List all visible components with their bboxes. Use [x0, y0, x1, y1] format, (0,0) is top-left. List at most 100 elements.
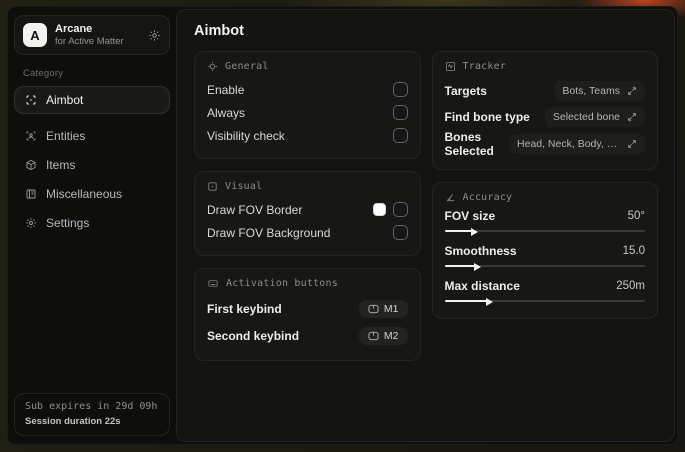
smoothness-slider[interactable] — [444, 261, 646, 271]
tracker-label: Find bone type — [444, 110, 530, 124]
mouse-icon — [368, 331, 379, 341]
keybind-value: M1 — [383, 302, 399, 315]
sidebar: A Arcane for Active Matter Category Aimb… — [8, 7, 176, 444]
sidebar-item-label: Aimbot — [46, 93, 84, 107]
app-logo: A — [23, 23, 47, 47]
keybind-label: First keybind — [207, 301, 282, 316]
slider-value: 250m — [616, 280, 645, 292]
targets-select[interactable]: Bots, Teams — [554, 81, 645, 101]
setting-row-fov-background: Draw FOV Background — [207, 221, 408, 244]
tracker-card: Tracker Targets Bots, Teams Find bone ty… — [431, 51, 658, 170]
expand-icon — [627, 139, 637, 149]
sidebar-item-label: Settings — [46, 216, 90, 230]
slider-thumb[interactable] — [485, 297, 493, 306]
always-checkbox[interactable] — [392, 105, 408, 120]
sidebar-item-label: Miscellaneous — [46, 187, 123, 201]
slider-label: Max distance — [444, 279, 520, 293]
slider-fill — [444, 262, 481, 271]
gear-icon — [25, 217, 37, 229]
left-column: General Enable Always Visibility check V… — [194, 51, 421, 361]
card-title: Tracker — [462, 61, 507, 72]
subscription-info: Sub expires in 29d 09h Session duration … — [14, 393, 170, 436]
session-duration-text: Session duration 22s — [25, 416, 121, 427]
setting-label: Draw FOV Background — [207, 225, 331, 240]
color-swatch[interactable] — [372, 203, 386, 216]
sub-expires-text: Sub expires in 29d 09h — [25, 401, 158, 412]
slider-value: 50° — [627, 210, 645, 222]
tracker-row-find-bone: Find bone type Selected bone — [444, 104, 645, 130]
setting-label: Enable — [207, 82, 245, 97]
setting-label: Draw FOV Border — [207, 202, 303, 217]
find-bone-type-select[interactable]: Selected bone — [544, 107, 645, 127]
select-value: Bots, Teams — [562, 85, 620, 97]
tracker-row-bones-selected: Bones Selected Head, Neck, Body, Pe… — [444, 130, 645, 158]
expand-icon — [627, 112, 637, 122]
first-keybind-button[interactable]: M1 — [358, 299, 408, 318]
expand-icon — [627, 86, 637, 96]
visual-card: Visual Draw FOV Border Draw FOV Backgrou… — [194, 171, 421, 256]
keybind-row-first: First keybind M1 — [207, 295, 408, 322]
setting-row-always: Always — [207, 101, 408, 124]
general-card: General Enable Always Visibility check — [194, 51, 421, 159]
keyboard-icon — [207, 278, 219, 289]
select-value: Head, Neck, Body, Pe… — [517, 138, 620, 150]
card-title: General — [225, 61, 269, 72]
sidebar-item-label: Items — [46, 158, 76, 172]
tracker-label: Targets — [444, 84, 487, 98]
app-window: A Arcane for Active Matter Category Aimb… — [7, 6, 678, 445]
tune-crosshair-icon — [207, 61, 218, 72]
slider-row-smoothness: Smoothness 15.0 — [444, 244, 646, 271]
sidebar-item-items[interactable]: Items — [14, 151, 170, 179]
setting-label: Visibility check — [207, 128, 285, 143]
slider-value: 15.0 — [622, 245, 645, 257]
setting-label: Always — [207, 105, 246, 120]
setting-row-enable: Enable — [207, 78, 408, 101]
slider-row-fov-size: FOV size 50° — [444, 209, 646, 236]
slider-row-max-distance: Max distance 250m — [444, 279, 646, 306]
slider-label: Smoothness — [444, 244, 517, 258]
tracker-row-targets: Targets Bots, Teams — [444, 78, 645, 104]
entity-scan-icon — [25, 130, 37, 142]
panel-list-icon — [25, 188, 37, 200]
card-title: Accuracy — [462, 192, 513, 203]
slider-thumb[interactable] — [470, 227, 478, 236]
gear-icon[interactable] — [148, 29, 161, 42]
right-column: Tracker Targets Bots, Teams Find bone ty… — [431, 51, 658, 319]
brand-card: A Arcane for Active Matter — [14, 15, 170, 55]
setting-row-fov-border: Draw FOV Border — [207, 198, 408, 221]
select-value: Selected bone — [552, 111, 620, 123]
slider-thumb[interactable] — [473, 262, 481, 271]
card-title: Visual — [225, 181, 263, 192]
second-keybind-button[interactable]: M2 — [358, 326, 408, 345]
sidebar-item-miscellaneous[interactable]: Miscellaneous — [14, 180, 170, 208]
category-label: Category — [23, 68, 64, 79]
fov-background-checkbox[interactable] — [392, 225, 408, 240]
sidebar-item-aimbot[interactable]: Aimbot — [14, 86, 170, 114]
app-title: Arcane — [55, 23, 93, 35]
sidebar-item-label: Entities — [46, 129, 86, 143]
sidebar-item-settings[interactable]: Settings — [14, 209, 170, 237]
setting-row-visibility-check: Visibility check — [207, 124, 408, 147]
main-panel: Aimbot General Enable Always Visibility … — [176, 9, 675, 442]
sidebar-item-entities[interactable]: Entities — [14, 122, 170, 150]
viewfinder-icon — [207, 181, 218, 192]
keybind-value: M2 — [383, 329, 399, 342]
activity-icon — [445, 61, 456, 72]
accuracy-card: Accuracy FOV size 50° Smoothness 15.0 Ma… — [431, 182, 658, 319]
activation-buttons-card: Activation buttons First keybind M1 Seco… — [194, 268, 421, 361]
angle-icon — [445, 192, 456, 203]
max-distance-slider[interactable] — [444, 296, 646, 306]
slider-label: FOV size — [444, 209, 496, 223]
slider-fill — [444, 227, 478, 236]
tracker-label: Bones Selected — [444, 130, 494, 158]
mouse-icon — [368, 304, 379, 314]
brand-text: Arcane for Active Matter — [55, 23, 140, 47]
fov-size-slider[interactable] — [444, 226, 646, 236]
fov-border-checkbox[interactable] — [392, 202, 408, 217]
card-title: Activation buttons — [226, 278, 338, 289]
enable-checkbox[interactable] — [392, 82, 408, 97]
sidebar-nav: Aimbot Entities Items Miscellaneous Sett… — [13, 86, 171, 237]
page-title: Aimbot — [194, 23, 244, 39]
bones-selected-select[interactable]: Head, Neck, Body, Pe… — [509, 134, 645, 154]
visibility-check-checkbox[interactable] — [392, 128, 408, 143]
